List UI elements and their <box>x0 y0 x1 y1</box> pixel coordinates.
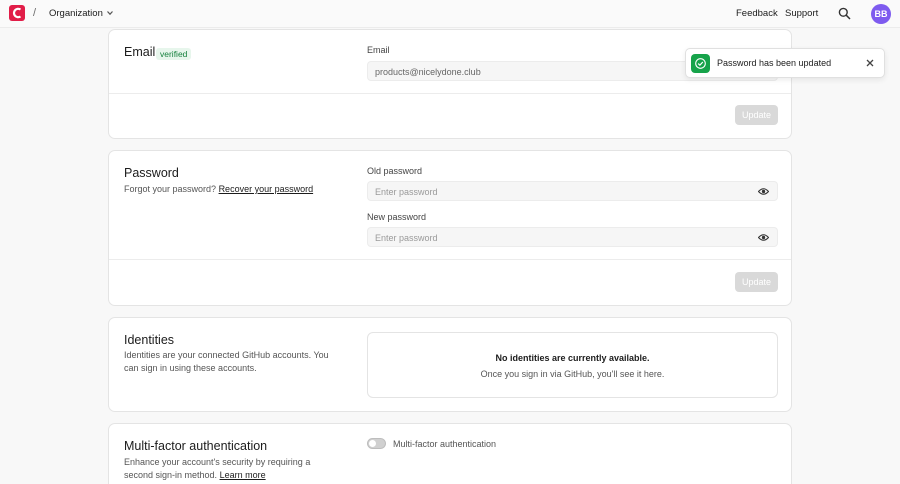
identities-section-title: Identities <box>124 333 175 347</box>
mfa-toggle-label: Multi-factor authentication <box>393 439 497 449</box>
mfa-section-desc: Enhance your account's security by requi… <box>124 456 324 481</box>
mfa-desc-text: Enhance your account's security by requi… <box>124 457 311 480</box>
organization-selector[interactable]: Organization <box>49 8 103 19</box>
empty-state-desc: Once you sign in via GitHub, you'll see … <box>480 369 665 379</box>
empty-state-title: No identities are currently available. <box>495 353 650 363</box>
check-icon <box>695 58 706 69</box>
mfa-toggle[interactable] <box>367 438 386 449</box>
eye-icon[interactable] <box>758 187 769 196</box>
support-link[interactable]: Support <box>785 8 818 19</box>
password-section-desc: Forgot your password? Recover your passw… <box>124 183 354 196</box>
new-password-input[interactable]: Enter password <box>367 227 778 247</box>
recover-password-link[interactable]: Recover your password <box>219 184 314 194</box>
eye-icon[interactable] <box>758 233 769 242</box>
top-bar: / Organization Feedback Support BB <box>0 0 900 28</box>
breadcrumb-separator: / <box>33 7 37 19</box>
old-password-input[interactable]: Enter password <box>367 181 778 201</box>
divider <box>109 93 791 94</box>
password-desc-text: Forgot your password? <box>124 184 217 194</box>
email-field-label: Email <box>367 45 390 55</box>
success-status <box>691 54 710 73</box>
chevron-down-icon[interactable] <box>106 9 114 17</box>
email-card: Email verified Email products@nicelydone… <box>108 29 792 139</box>
divider <box>109 259 791 260</box>
password-section-title: Password <box>124 166 179 180</box>
new-password-label: New password <box>367 212 427 222</box>
brand-logo-icon[interactable] <box>9 5 25 21</box>
feedback-link[interactable]: Feedback <box>736 8 778 19</box>
identities-card: Identities Identities are your connected… <box>108 317 792 412</box>
email-section-title: Email <box>124 45 156 59</box>
avatar[interactable]: BB <box>871 4 891 24</box>
identities-empty-state: No identities are currently available. O… <box>367 332 778 398</box>
toast-notification: Password has been updated <box>685 48 885 78</box>
update-password-button[interactable]: Update <box>735 272 778 292</box>
old-password-label: Old password <box>367 166 423 176</box>
mfa-card: Multi-factor authentication Enhance your… <box>108 423 792 484</box>
mfa-section-title: Multi-factor authentication <box>124 439 268 453</box>
verified-badge: verified <box>156 48 192 60</box>
close-icon[interactable] <box>865 58 875 68</box>
toast-message: Password has been updated <box>717 58 832 68</box>
toggle-knob <box>369 440 376 447</box>
update-email-button[interactable]: Update <box>735 105 778 125</box>
search-icon[interactable] <box>838 7 851 20</box>
identities-section-desc: Identities are your connected GitHub acc… <box>124 350 329 373</box>
learn-more-link[interactable]: Learn more <box>220 470 266 480</box>
password-card: Password Forgot your password? Recover y… <box>108 150 792 306</box>
